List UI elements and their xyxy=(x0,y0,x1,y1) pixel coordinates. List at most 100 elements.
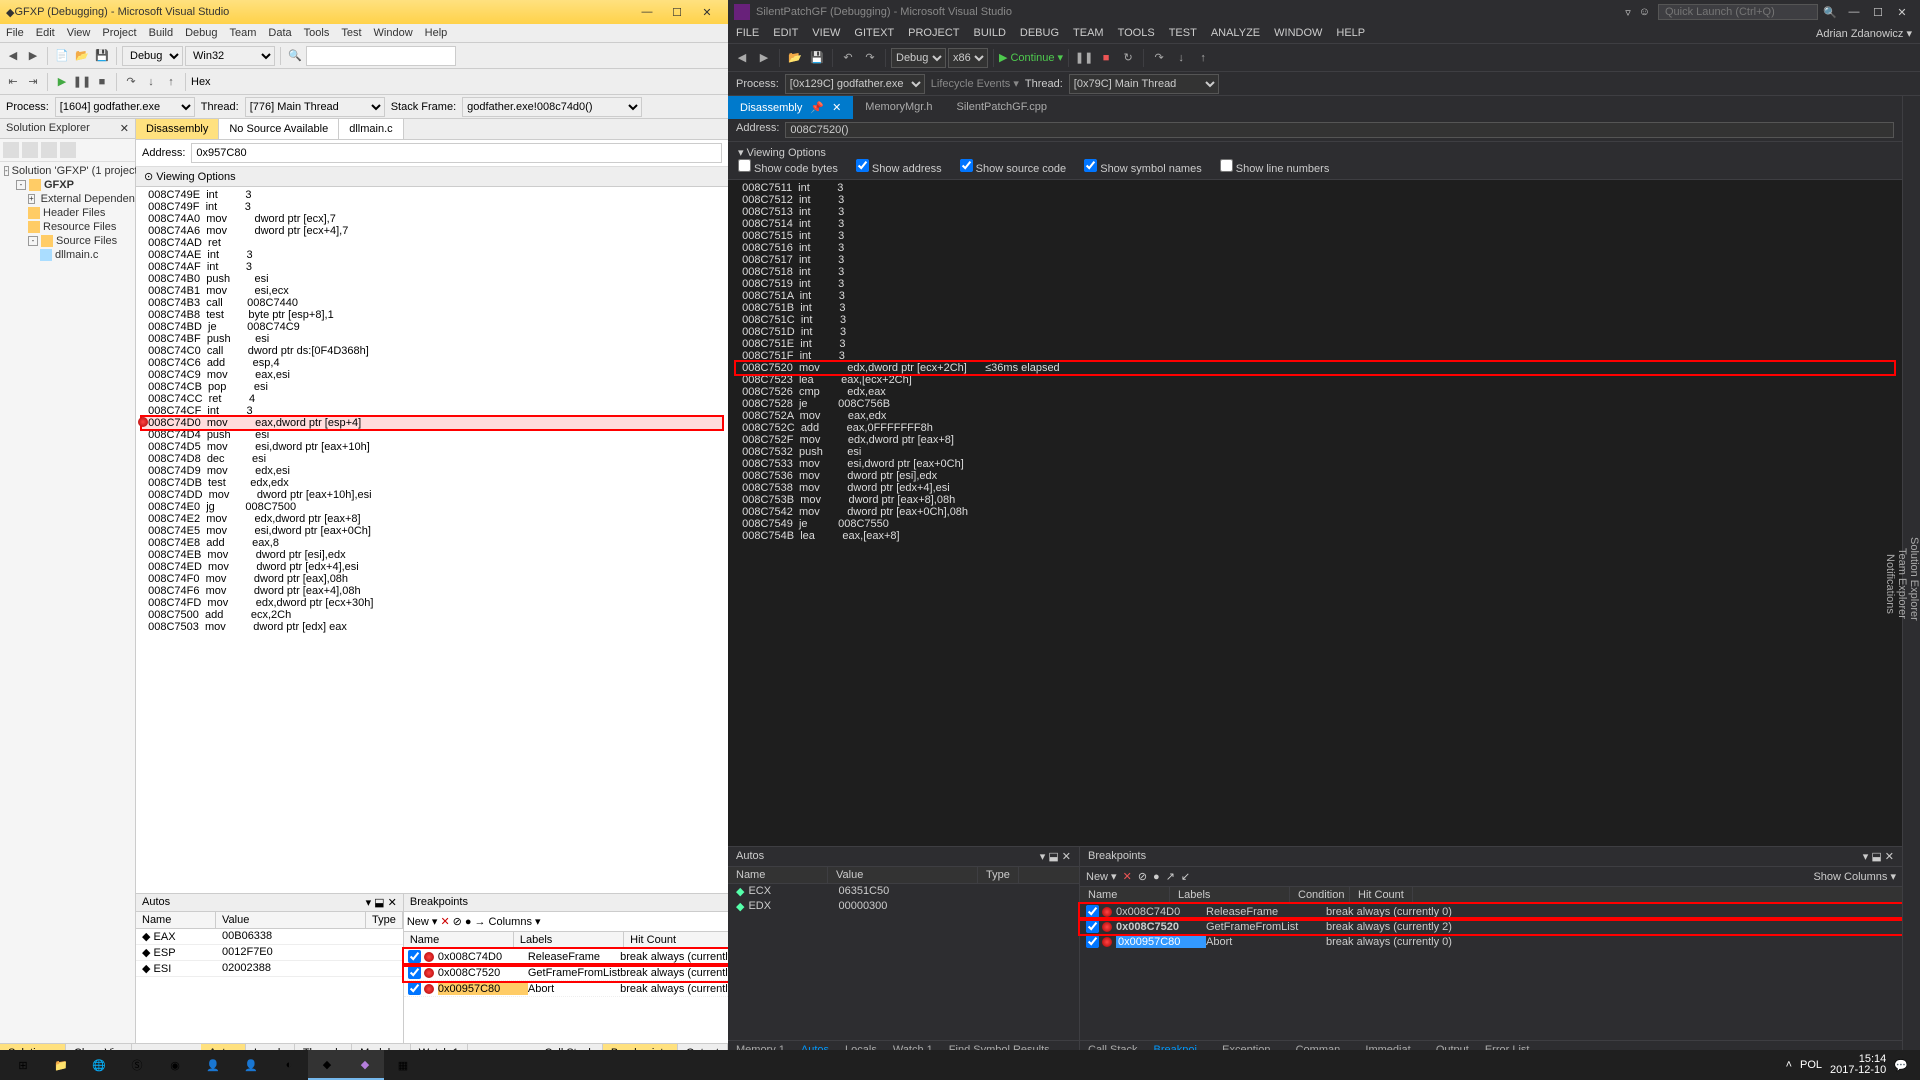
autos-panel-left[interactable]: Autos▾ ⬓ ✕ NameValueType ◆ EAX00B06338◆ … xyxy=(136,894,404,1043)
properties-icon[interactable] xyxy=(60,142,76,158)
notification-icon[interactable]: 💬 xyxy=(1894,1059,1908,1072)
app-icon[interactable]: ▦ xyxy=(384,1050,422,1080)
title-bar-right[interactable]: SilentPatchGF (Debugging) - Microsoft Vi… xyxy=(728,0,1920,24)
menu-item[interactable]: Build xyxy=(149,27,173,39)
panel-buttons[interactable]: ▾ ⬓ ✕ xyxy=(366,896,397,909)
disasm-line[interactable]: 008C7514 int 3 xyxy=(736,218,1894,230)
disasm-line[interactable]: 008C752C add eax,0FFFFFFF8h xyxy=(736,422,1894,434)
disasm-line[interactable]: 008C74B8 test byte ptr [esp+8],1 xyxy=(142,309,722,321)
vs-2017-icon[interactable]: ◆ xyxy=(346,1050,384,1080)
side-tabs-right[interactable]: Solution Explorer Team Explorer Notifica… xyxy=(1902,96,1920,1061)
menu-item[interactable]: Help xyxy=(425,27,448,39)
close-button[interactable]: ✕ xyxy=(1890,6,1914,19)
enable-all-bp-icon[interactable]: ● xyxy=(465,916,472,928)
disasm-line[interactable]: 008C749E int 3 xyxy=(142,189,722,201)
disasm-line[interactable]: 008C74A6 mov dword ptr [ecx+4],7 xyxy=(142,225,722,237)
view-option[interactable]: Show symbol names xyxy=(1084,163,1202,175)
tree-root[interactable]: Solution 'GFXP' (1 project xyxy=(12,165,138,177)
breakpoint-row[interactable]: 0x008C74D0ReleaseFramebreak always (curr… xyxy=(1080,904,1902,919)
find-input[interactable] xyxy=(306,46,456,66)
lang-indicator[interactable]: POL xyxy=(1800,1059,1822,1071)
disasm-line[interactable]: 008C74B1 mov esi,ecx xyxy=(142,285,722,297)
continue-icon[interactable]: ▶ xyxy=(53,73,71,91)
disassembly-right[interactable]: 008C7511 int 3 008C7512 int 3 008C7513 i… xyxy=(728,180,1902,846)
menu-item[interactable]: Debug xyxy=(185,27,217,39)
menu-item[interactable]: Test xyxy=(341,27,361,39)
new-bp-button[interactable]: New ▾ xyxy=(407,915,438,928)
side-tab-solution[interactable]: Solution Explorer xyxy=(1908,100,1920,1057)
tree-item[interactable]: Source Files xyxy=(56,235,117,247)
thread-select[interactable]: [0x79C] Main Thread xyxy=(1069,74,1219,94)
step-into-icon[interactable]: ↓ xyxy=(142,73,160,91)
disasm-line[interactable]: 008C74D8 dec esi xyxy=(142,453,722,465)
disasm-line[interactable]: 008C7526 cmp edx,eax xyxy=(736,386,1894,398)
refresh-icon[interactable] xyxy=(22,142,38,158)
tab-disassembly[interactable]: Disassembly📌✕ xyxy=(728,96,853,119)
tree-item[interactable]: Header Files xyxy=(43,207,105,219)
menu-item[interactable]: TOOLS xyxy=(1118,27,1155,40)
disasm-line[interactable]: 008C74C0 call dword ptr ds:[0F4D368h] xyxy=(142,345,722,357)
step-out-icon[interactable]: ↑ xyxy=(1193,48,1213,68)
pause-icon[interactable]: ❚❚ xyxy=(1074,48,1094,68)
maximize-button[interactable]: ☐ xyxy=(1866,6,1890,19)
app-icon[interactable]: ◐ xyxy=(270,1050,308,1080)
windows-taskbar[interactable]: ⊞ 📁 🌐 Ⓢ ◉ 👤 👤 ◐ ◆ ◆ ▦ ˄ POL 15:142017-12… xyxy=(0,1050,1920,1080)
disasm-line[interactable]: 008C74BD je 008C74C9 xyxy=(142,321,722,333)
menu-item[interactable]: BUILD xyxy=(974,27,1006,40)
breakpoint-row[interactable]: 0x008C7520GetFrameFromListbreak always (… xyxy=(404,965,728,981)
enable-all-icon[interactable]: ● xyxy=(1153,871,1160,883)
save-icon[interactable]: 💾 xyxy=(807,48,827,68)
disasm-line[interactable]: 008C74AE int 3 xyxy=(142,249,722,261)
app-icon[interactable]: 👤 xyxy=(232,1050,270,1080)
disasm-line[interactable]: 008C74AF int 3 xyxy=(142,261,722,273)
disasm-line[interactable]: 008C74C9 mov eax,esi xyxy=(142,369,722,381)
tree-item[interactable]: External Dependen xyxy=(41,193,135,205)
menu-item[interactable]: FILE xyxy=(736,27,759,40)
disasm-line[interactable]: 008C74CC ret 4 xyxy=(142,393,722,405)
disasm-line[interactable]: 008C7518 int 3 xyxy=(736,266,1894,278)
disasm-line[interactable]: 008C7517 int 3 xyxy=(736,254,1894,266)
menu-item[interactable]: ANALYZE xyxy=(1211,27,1260,40)
disasm-line[interactable]: 008C74E5 mov esi,dword ptr [eax+0Ch] xyxy=(142,525,722,537)
view-option[interactable]: Show code bytes xyxy=(738,163,838,175)
disasm-line[interactable]: 008C7538 mov dword ptr [edx+4],esi xyxy=(736,482,1894,494)
disasm-line[interactable]: 008C74FD mov edx,dword ptr [ecx+30h] xyxy=(142,597,722,609)
menu-item[interactable]: TEST xyxy=(1169,27,1197,40)
minimize-button[interactable]: — xyxy=(1842,6,1866,18)
view-option[interactable]: Show address xyxy=(856,163,942,175)
tree-project[interactable]: GFXP xyxy=(44,179,74,191)
feedback-icon[interactable]: ☺ xyxy=(1639,6,1650,18)
autos-row[interactable]: ◆EDX00000300 xyxy=(728,899,1079,914)
app-icon[interactable]: 👤 xyxy=(194,1050,232,1080)
menu-item[interactable]: Edit xyxy=(36,27,55,39)
disasm-line[interactable]: 008C751D int 3 xyxy=(736,326,1894,338)
menu-item[interactable]: VIEW xyxy=(812,27,840,40)
disasm-line[interactable]: 008C74E2 mov edx,dword ptr [eax+8] xyxy=(142,513,722,525)
pause-icon[interactable]: ❚❚ xyxy=(73,73,91,91)
find-icon[interactable]: 🔍 xyxy=(286,47,304,65)
user-menu[interactable]: Adrian Zdanowicz ▾ xyxy=(1816,27,1912,40)
panel-close-icon[interactable]: ✕ xyxy=(120,122,129,135)
editor-tabs-right[interactable]: Disassembly📌✕ MemoryMgr.h SilentPatchGF.… xyxy=(728,96,1902,119)
outdent-icon[interactable]: ⇥ xyxy=(24,73,42,91)
disasm-line[interactable]: 008C7519 int 3 xyxy=(736,278,1894,290)
back-icon[interactable]: ◀ xyxy=(732,48,752,68)
tab-pin-icon[interactable]: 📌 xyxy=(810,102,824,114)
side-tab-team[interactable]: Team Explorer xyxy=(1896,110,1908,1057)
search-icon[interactable]: 🔍 xyxy=(1818,6,1842,19)
disasm-line[interactable]: 008C752A mov eax,edx xyxy=(736,410,1894,422)
disasm-line[interactable]: 008C7512 int 3 xyxy=(736,194,1894,206)
toolbar-left-1[interactable]: ◀ ▶ 📄 📂 💾 Debug Win32 🔍 xyxy=(0,43,728,69)
step-into-icon[interactable]: ↓ xyxy=(1171,48,1191,68)
address-input[interactable] xyxy=(191,143,722,163)
debug-location-toolbar-right[interactable]: Process: [0x129C] godfather.exe Lifecycl… xyxy=(728,72,1920,96)
menu-item[interactable]: View xyxy=(67,27,91,39)
menu-item[interactable]: PROJECT xyxy=(908,27,959,40)
autos-row[interactable]: ◆ ESP0012F7E0 xyxy=(136,945,403,961)
side-tab-notifications[interactable]: Notifications xyxy=(1884,110,1896,1057)
close-button[interactable]: ✕ xyxy=(692,6,722,19)
menu-item[interactable]: Window xyxy=(374,27,413,39)
indent-icon[interactable]: ⇤ xyxy=(4,73,22,91)
disasm-line[interactable]: 008C74DB test edx,edx xyxy=(142,477,722,489)
delete-bp-icon[interactable]: ✕ xyxy=(440,915,449,928)
